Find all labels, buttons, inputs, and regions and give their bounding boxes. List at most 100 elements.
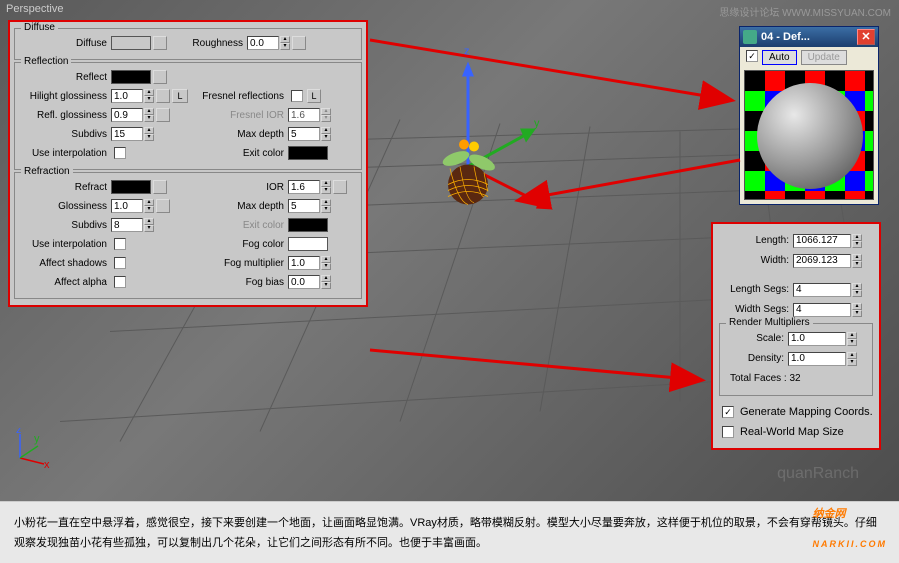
checkbox-fresnel[interactable]	[291, 90, 303, 102]
label-affect-shadows: Affect shadows	[21, 258, 111, 269]
group-title-diffuse: Diffuse	[21, 22, 58, 33]
label-refract: Refract	[21, 182, 111, 193]
label-length: Length:	[719, 235, 793, 246]
label-refl-subdivs: Subdivs	[21, 129, 111, 140]
group-reflection: Reflection Reflect Hilight glossiness▴▾L…	[14, 62, 362, 170]
map-button-roughness[interactable]	[292, 36, 306, 50]
checkbox-refr-interp[interactable]	[114, 238, 126, 250]
swatch-refr-exitcolor[interactable]	[288, 218, 328, 232]
material-sphere-preview	[744, 70, 874, 200]
spinner-refr-gloss[interactable]: ▴▾	[111, 199, 154, 213]
checkbox-refl-interp[interactable]	[114, 147, 126, 159]
checkbox-affect-shadows[interactable]	[114, 257, 126, 269]
label-refr-exitcolor: Exit color	[188, 220, 288, 231]
label-refl-maxdepth: Max depth	[188, 129, 288, 140]
label-total-faces: Total Faces : 32	[726, 373, 805, 384]
checkbox-affect-alpha[interactable]	[114, 276, 126, 288]
spinner-length[interactable]: ▴▾	[793, 234, 862, 248]
swatch-refl-exitcolor[interactable]	[288, 146, 328, 160]
label-refl-gloss: Refl. glossiness	[21, 110, 111, 121]
label-affect-alpha: Affect alpha	[21, 277, 111, 288]
label-fog-mult: Fog multiplier	[188, 258, 288, 269]
spinner-refr-maxdepth[interactable]: ▴▾	[288, 199, 331, 213]
axis-indicator: z x y	[10, 428, 50, 468]
label-width: Width:	[719, 255, 793, 266]
spinner-width[interactable]: ▴▾	[793, 254, 862, 268]
label-fresnel-ior: Fresnel IOR	[188, 110, 288, 121]
map-ior[interactable]	[333, 180, 347, 194]
preview-sphere	[757, 83, 863, 189]
spinner-hilight-gloss[interactable]: ▴▾	[111, 89, 154, 103]
spinner-fog-bias[interactable]: ▴▾	[288, 275, 331, 289]
spinner-density[interactable]: ▴▾	[788, 352, 857, 366]
label-refr-subdivs: Subdivs	[21, 220, 111, 231]
map-refract[interactable]	[153, 180, 167, 194]
close-icon[interactable]: ✕	[857, 29, 875, 45]
checkbox-real-world[interactable]	[722, 426, 734, 438]
swatch-diffuse[interactable]	[111, 36, 151, 50]
group-render-mult: Render Multipliers Scale:▴▾ Density:▴▾ T…	[719, 323, 873, 396]
lock-button[interactable]: L	[172, 89, 188, 103]
spinner-ior[interactable]: ▴▾	[288, 180, 331, 194]
spinner-length-segs[interactable]: ▴▾	[793, 283, 862, 297]
spinner-refr-subdivs[interactable]: ▴▾	[111, 218, 154, 232]
label-refl-interp: Use interpolation	[21, 148, 111, 159]
label-real-world: Real-World Map Size	[734, 426, 844, 438]
label-refr-gloss: Glossiness	[21, 201, 111, 212]
map-hilight-gloss[interactable]	[156, 89, 170, 103]
label-reflect: Reflect	[21, 72, 111, 83]
spinner-scale[interactable]: ▴▾	[788, 332, 857, 346]
svg-text:y: y	[34, 433, 40, 445]
spinner-refl-subdivs[interactable]: ▴▾	[111, 127, 154, 141]
svg-text:z: z	[16, 428, 22, 436]
swatch-refract[interactable]	[111, 180, 151, 194]
label-hilight-gloss: Hilight glossiness	[21, 91, 111, 102]
map-button-reflect[interactable]	[153, 70, 167, 84]
update-button[interactable]: Update	[801, 50, 847, 65]
plane-parameters-panel: Length:▴▾ Width:▴▾ Length Segs:▴▾ Width …	[711, 222, 881, 450]
swatch-fog-color[interactable]	[288, 237, 328, 251]
spinner-fresnel-ior: ▴▾	[288, 108, 331, 122]
spinner-roughness[interactable]: ▴▾	[247, 36, 290, 50]
map-refl-gloss[interactable]	[156, 108, 170, 122]
spinner-width-segs[interactable]: ▴▾	[793, 303, 862, 317]
label-roughness: Roughness	[185, 38, 247, 49]
spinner-refl-gloss[interactable]: ▴▾	[111, 108, 154, 122]
spinner-fog-mult[interactable]: ▴▾	[288, 256, 331, 270]
label-diffuse: Diffuse	[21, 38, 111, 49]
label-refr-maxdepth: Max depth	[188, 201, 288, 212]
checkbox-gen-coords[interactable]	[722, 406, 734, 418]
label-fresnel: Fresnel reflections	[188, 91, 288, 102]
preview-toolbar: Auto Update	[740, 47, 878, 68]
window-title: 04 - Def...	[761, 31, 810, 43]
label-refl-exitcolor: Exit color	[188, 148, 288, 159]
swatch-reflect[interactable]	[111, 70, 151, 84]
material-preview-window[interactable]: 04 - Def... ✕ Auto Update	[739, 26, 879, 205]
svg-text:x: x	[44, 459, 50, 468]
label-gen-coords: Generate Mapping Coords.	[734, 406, 873, 418]
group-title-refraction: Refraction	[21, 166, 73, 177]
label-ior: IOR	[188, 182, 288, 193]
map-refr-gloss[interactable]	[156, 199, 170, 213]
group-refraction: Refraction Refract Glossiness▴▾ Subdivs▴…	[14, 172, 362, 299]
fresnel-lock[interactable]: L	[307, 89, 321, 103]
caption-text: 小粉花一直在空中悬浮着，感觉很空，接下来要创建一个地面，让画面略显饱满。VRay…	[14, 517, 877, 550]
group-title-reflection: Reflection	[21, 56, 71, 67]
svg-text:z: z	[464, 46, 470, 58]
watermark-top: 思缘设计论坛 WWW.MISSYUAN.COM	[719, 4, 891, 19]
material-editor-panel: Diffuse Diffuse Roughness ▴▾ Reflection …	[8, 20, 368, 307]
spinner-refl-maxdepth[interactable]: ▴▾	[288, 127, 331, 141]
app-icon	[743, 30, 757, 44]
label-density: Density:	[726, 353, 788, 364]
checkbox-auto[interactable]	[746, 50, 758, 62]
label-scale: Scale:	[726, 333, 788, 344]
label-length-segs: Length Segs:	[719, 284, 793, 295]
map-button-diffuse[interactable]	[153, 36, 167, 50]
ghost-watermark: quanRanch	[777, 465, 859, 483]
group-title-render-mult: Render Multipliers	[726, 317, 813, 328]
label-fog-color: Fog color	[188, 239, 288, 250]
label-fog-bias: Fog bias	[188, 277, 288, 288]
svg-text:y: y	[534, 118, 540, 130]
auto-button[interactable]: Auto	[762, 50, 797, 65]
title-bar[interactable]: 04 - Def... ✕	[740, 27, 878, 47]
